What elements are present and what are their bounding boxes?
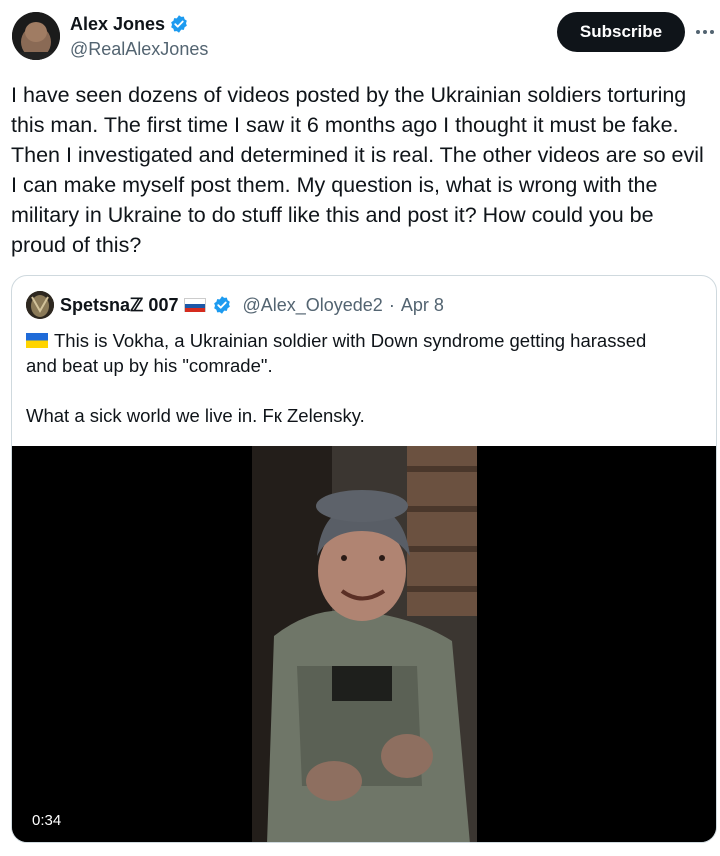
quote-author-avatar[interactable]: [26, 291, 54, 319]
author-display-name[interactable]: Alex Jones: [70, 13, 165, 35]
video-thumbnail: [12, 446, 716, 842]
quote-author-name[interactable]: Spetsnaℤ 007: [60, 295, 178, 316]
quote-verified-badge-icon: [212, 295, 232, 315]
separator-dot: ·: [388, 294, 395, 315]
quote-text-line1: This is Vokha, a Ukrainian soldier with …: [26, 330, 647, 376]
quote-date[interactable]: Apr 8: [401, 295, 444, 316]
russia-flag-icon: [184, 298, 207, 312]
tweet-header: Alex Jones @RealAlexJones Subscribe: [0, 0, 720, 70]
quote-text: This is Vokha, a Ukrainian soldier with …: [26, 328, 706, 428]
video-duration: 0:34: [24, 809, 70, 832]
quote-text-line2: What a sick world we live in. Fк Zelensk…: [26, 405, 365, 426]
more-horizontal-icon[interactable]: [694, 22, 716, 42]
video-player[interactable]: 0:34: [12, 446, 716, 842]
subscribe-button[interactable]: Subscribe: [557, 12, 685, 52]
tweet-text: I have seen dozens of videos posted by t…: [11, 83, 704, 257]
quote-author-handle[interactable]: @Alex_Oloyede2: [242, 295, 382, 316]
author-handle[interactable]: @RealAlexJones: [70, 38, 208, 60]
verified-badge-icon: [169, 14, 189, 34]
quoted-tweet[interactable]: Spetsnaℤ 007 @Alex_Oloyede2 · Apr 8 This…: [11, 275, 717, 843]
ukraine-flag-icon: [26, 329, 48, 348]
author-avatar[interactable]: [12, 12, 60, 60]
